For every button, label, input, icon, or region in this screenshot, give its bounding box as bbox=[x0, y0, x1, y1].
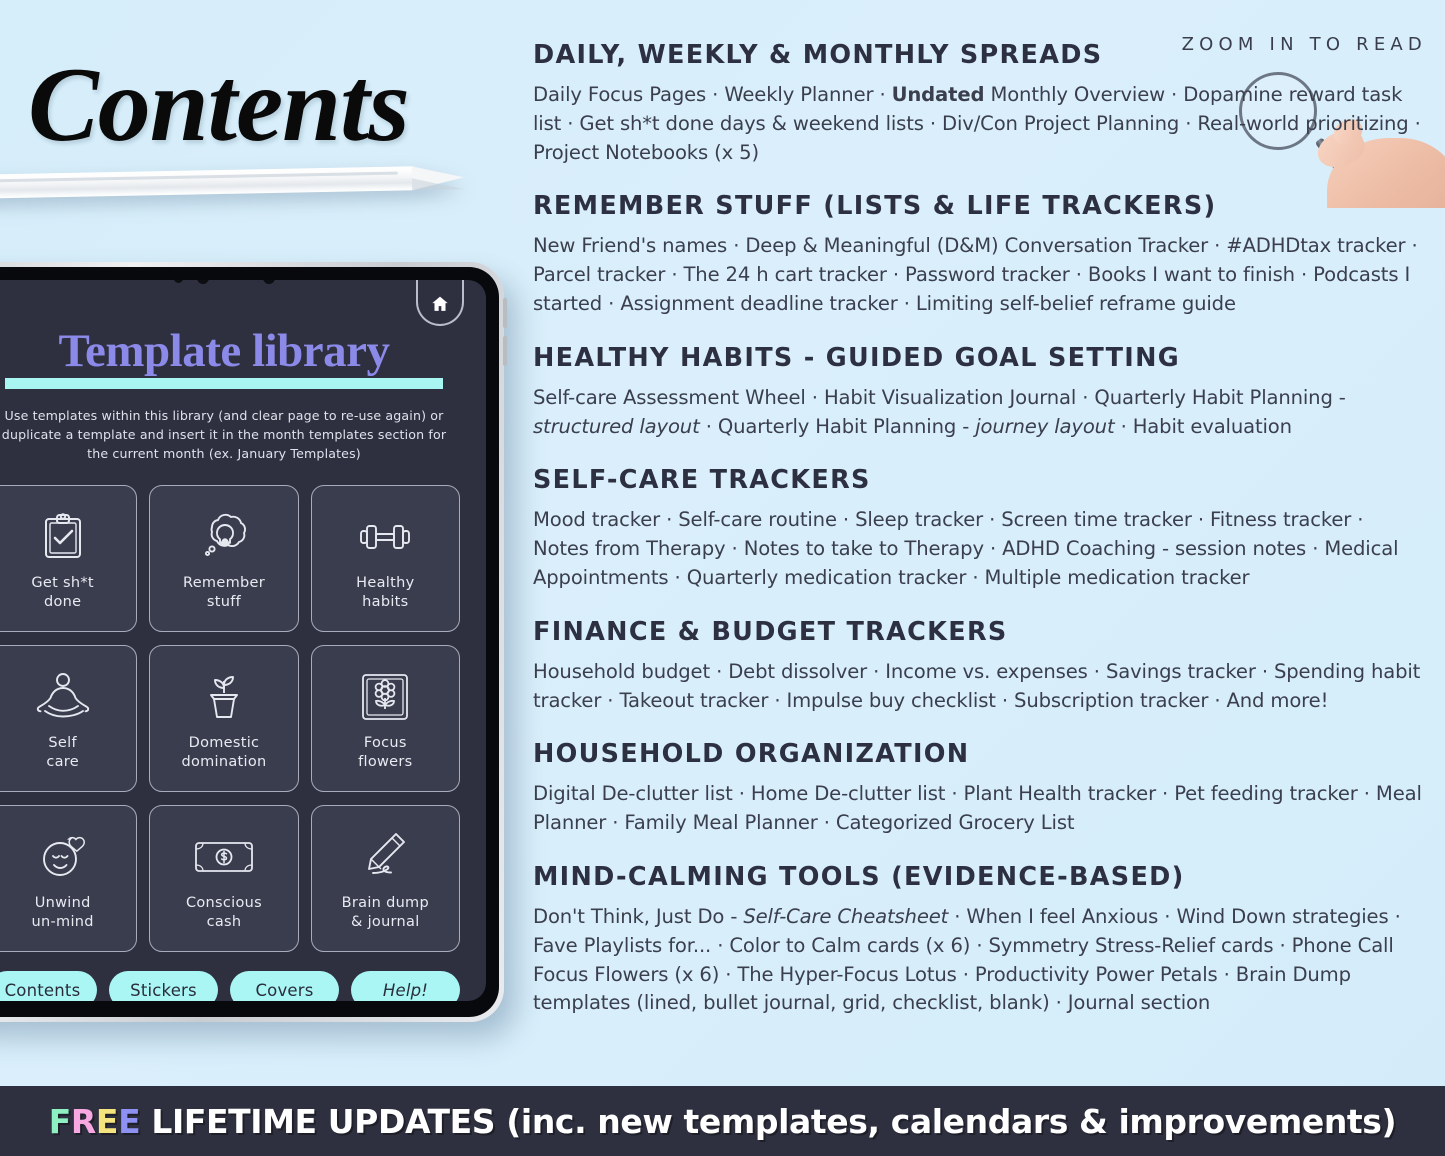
stylus-tip-shade bbox=[411, 177, 465, 191]
face-id-sensor bbox=[262, 280, 275, 284]
nav-button-covers[interactable]: Covers bbox=[230, 971, 339, 1001]
tablet-screen: Template library Use templates within th… bbox=[0, 280, 486, 1001]
home-icon bbox=[432, 296, 448, 311]
section-heading: Mind-calming tools (evidence-based) bbox=[533, 861, 1185, 892]
section-heading: Household organization bbox=[533, 739, 970, 770]
pencil-writing-icon bbox=[360, 826, 410, 888]
section-heading: Finance & budget trackers bbox=[533, 616, 1008, 647]
clipboard-check-icon bbox=[41, 506, 85, 568]
title-underline bbox=[5, 378, 443, 389]
home-button[interactable] bbox=[416, 280, 464, 326]
banner-text: FREE LIFETIME UPDATES (inc. new template… bbox=[48, 1101, 1397, 1141]
left-column: Contents Template library Use templates … bbox=[0, 0, 520, 1086]
framed-flower-icon bbox=[360, 666, 410, 728]
sensor-dot bbox=[173, 280, 183, 283]
section-heading: Healthy habits - guided goal setting bbox=[533, 342, 1180, 373]
template-card-label: Brain dump & journal bbox=[341, 895, 429, 930]
template-card-label: Unwind un-mind bbox=[31, 895, 94, 930]
section-body: Mood tracker · Self-care routine · Sleep… bbox=[533, 508, 1399, 589]
volume-up-button[interactable] bbox=[503, 298, 507, 328]
nav-button-contents[interactable]: Contents bbox=[0, 971, 97, 1001]
template-card-remember-stuff[interactable]: Remember stuff bbox=[149, 485, 299, 633]
template-card-label: Remember stuff bbox=[182, 575, 265, 610]
lifetime-updates-banner: FREE LIFETIME UPDATES (inc. new template… bbox=[0, 1086, 1445, 1156]
section-heading: Daily, Weekly & Monthly Spreads bbox=[533, 40, 1103, 70]
template-card-label: Healthy habits bbox=[356, 575, 415, 610]
tablet-bezel: Template library Use templates within th… bbox=[0, 267, 499, 1017]
stylus-pen-icon bbox=[0, 165, 480, 201]
section-household-organization: Household organization Digital De-clutte… bbox=[533, 739, 1423, 838]
meditation-lotus-icon bbox=[33, 666, 93, 728]
section-body: Digital De-clutter list · Home De-clutte… bbox=[533, 782, 1422, 835]
banner-segment: F bbox=[48, 1101, 72, 1141]
banner-segment: LIFETIME UPDATES (inc. new templates, ca… bbox=[140, 1101, 1397, 1141]
section-self-care-trackers: Self-care trackers Mood tracker · Self-c… bbox=[533, 465, 1423, 592]
volume-down-button[interactable] bbox=[503, 336, 507, 366]
template-card-domestic-domination[interactable]: Domestic domination bbox=[149, 645, 299, 793]
template-card-focus-flowers[interactable]: Focus flowers bbox=[310, 645, 460, 793]
section-healthy-habits: Healthy habits - guided goal setting Sel… bbox=[533, 343, 1423, 442]
template-card-healthy-habits[interactable]: Healthy habits bbox=[310, 485, 460, 633]
section-body: Self-care Assessment Wheel · Habit Visua… bbox=[533, 385, 1346, 438]
template-card-label: Conscious cash bbox=[185, 895, 263, 930]
section-finance-budget-trackers: Finance & budget trackers Household budg… bbox=[533, 617, 1423, 716]
section-remember-stuff: Remember stuff (Lists & Life trackers) N… bbox=[533, 191, 1423, 318]
template-card-label: Self care bbox=[46, 735, 79, 770]
section-daily-weekly-monthly-spreads: Daily, Weekly & Monthly Spreads Daily Fo… bbox=[533, 40, 1423, 167]
front-sensor-array bbox=[0, 280, 486, 285]
library-instructions: Use templates within this library (and c… bbox=[1, 408, 447, 462]
template-card-get-shit-done[interactable]: Get sh*t done bbox=[0, 485, 138, 633]
front-camera-icon bbox=[196, 280, 209, 284]
tablet-device: Template library Use templates within th… bbox=[0, 262, 507, 1022]
potted-plant-icon bbox=[198, 666, 250, 728]
template-card-self-care[interactable]: Self care bbox=[0, 645, 138, 793]
bottom-nav-row: Contents Stickers Covers Help! bbox=[0, 971, 462, 1001]
nav-button-help[interactable]: Help! bbox=[351, 971, 460, 1001]
banknote-dollar-icon bbox=[193, 826, 255, 888]
banner-segment: R bbox=[70, 1101, 96, 1141]
banner-segment: E bbox=[118, 1101, 141, 1141]
section-body: New Friend's names · Deep & Meaningful (… bbox=[533, 234, 1418, 315]
template-card-label: Domestic domination bbox=[181, 735, 267, 770]
template-card-label: Get sh*t done bbox=[31, 575, 94, 610]
contents-sections: Daily, Weekly & Monthly Spreads Daily Fo… bbox=[533, 40, 1423, 1018]
template-card-brain-dump-journal[interactable]: Brain dump & journal bbox=[310, 805, 460, 953]
section-heading: Self-care trackers bbox=[533, 465, 871, 496]
template-card-grid: Get sh*t done Remember stuff Healthy hab… bbox=[0, 485, 462, 953]
page-title: Contents bbox=[28, 46, 410, 163]
page-root: Contents Template library Use templates … bbox=[0, 0, 1445, 1156]
section-body: Don't Think, Just Do - Self-Care Cheatsh… bbox=[533, 904, 1401, 1015]
template-card-label: Focus flowers bbox=[358, 735, 413, 770]
section-body: Daily Focus Pages · Weekly Planner · Und… bbox=[533, 83, 1421, 164]
template-card-unwind-un-mind[interactable]: Unwind un-mind bbox=[0, 805, 138, 953]
dumbbell-icon bbox=[357, 506, 413, 568]
stylus-barrel bbox=[0, 166, 416, 199]
calm-face-heart-icon bbox=[37, 826, 89, 888]
nav-button-stickers[interactable]: Stickers bbox=[109, 971, 218, 1001]
banner-segment: E bbox=[95, 1101, 119, 1141]
library-title: Template library bbox=[58, 325, 390, 377]
lightbulb-thought-icon bbox=[198, 506, 250, 568]
section-body: Household budget · Debt dissolver · Inco… bbox=[533, 659, 1421, 712]
template-card-conscious-cash[interactable]: Conscious cash bbox=[149, 805, 299, 953]
app-screen-content: Template library Use templates within th… bbox=[0, 280, 486, 1001]
section-mind-calming-tools: Mind-calming tools (evidence-based) Don'… bbox=[533, 862, 1423, 1018]
section-heading: Remember stuff (Lists & Life trackers) bbox=[533, 191, 1217, 222]
